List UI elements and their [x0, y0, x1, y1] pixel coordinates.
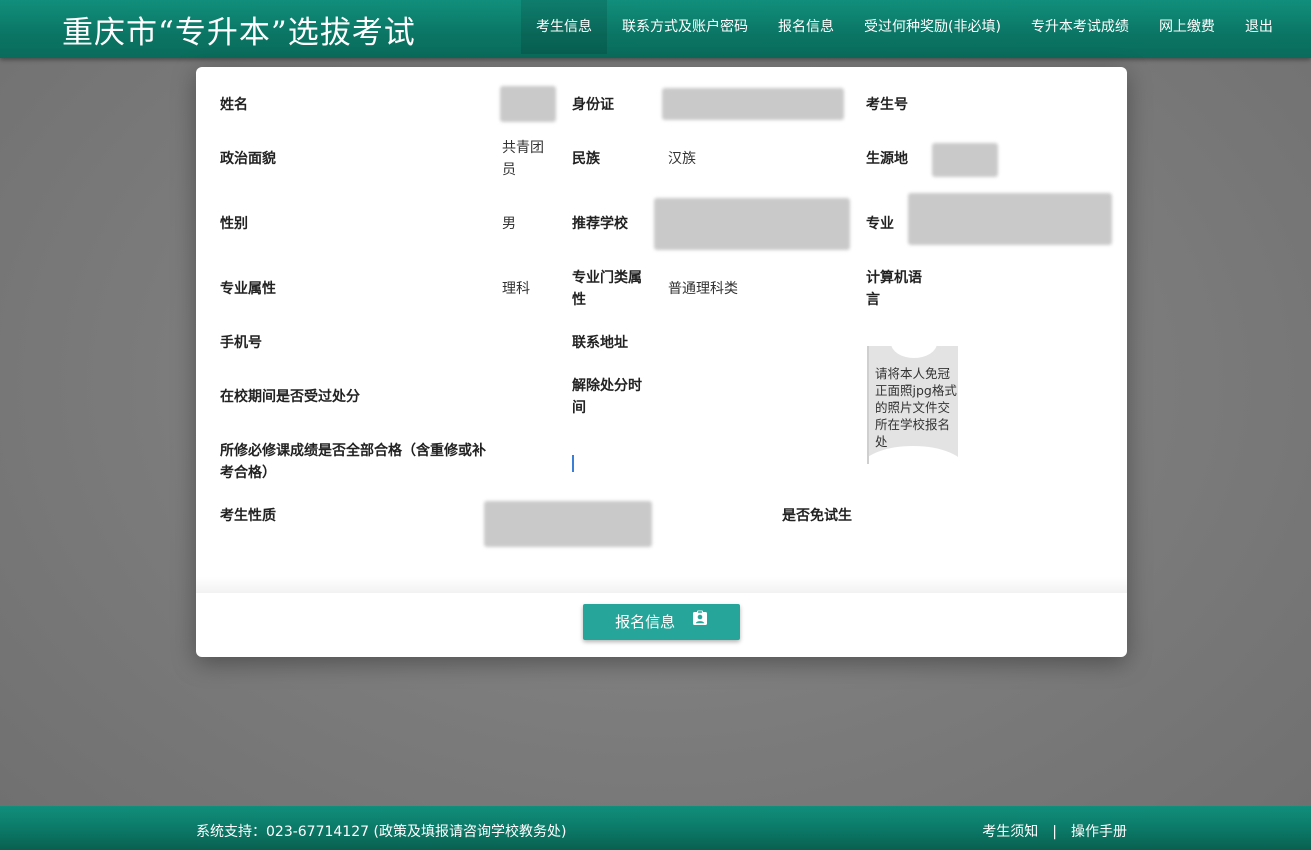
gender-value: 男 [502, 216, 516, 232]
nav-item-logout[interactable]: 退出 [1230, 0, 1288, 54]
text-cursor [572, 455, 574, 472]
registration-info-button-label: 报名信息 [615, 613, 676, 631]
id-card-label: 身份证 [572, 97, 614, 113]
nav-item-registration[interactable]: 报名信息 [763, 0, 849, 54]
school-value-redacted [654, 198, 850, 250]
top-header: 重庆市“专升本”选拔考试 考生信息 联系方式及账户密码 报名信息 受过何种奖励(… [0, 0, 1311, 58]
candidate-notice-link[interactable]: 考生须知 [982, 824, 1038, 840]
main-nav: 考生信息 联系方式及账户密码 报名信息 受过何种奖励(非必填) 专升本考试成绩 … [521, 0, 1288, 58]
site-title: 重庆市“专升本”选拔考试 [62, 15, 416, 51]
major-category-value: 普通理科类 [668, 281, 738, 297]
political-status-label: 政治面貌 [220, 151, 276, 167]
nav-item-awards[interactable]: 受过何种奖励(非必填) [849, 0, 1016, 54]
ethnicity-value: 汉族 [668, 151, 696, 167]
exempt-label: 是否免试生 [782, 508, 852, 524]
political-status-value: 共青团员 [502, 140, 544, 178]
required-courses-passed-label: 所修必修课成绩是否全部合格（含重修或补考合格） [220, 443, 486, 481]
major-attribute-value: 理科 [502, 281, 530, 297]
computer-language-label: 计算机语言 [866, 270, 922, 308]
major-label: 专业 [866, 216, 894, 232]
phone-label: 手机号 [220, 335, 262, 351]
footer-links: 考生须知 | 操作手册 [982, 821, 1127, 841]
origin-value-redacted [932, 143, 998, 177]
major-attribute-label: 专业属性 [220, 281, 276, 297]
candidate-type-label: 考生性质 [220, 508, 276, 524]
ethnicity-label: 民族 [572, 151, 600, 167]
candidate-type-value-redacted [484, 501, 652, 547]
candidate-info-dialog: 姓名 身份证 考生号 政治面貌 共青团员 民族 汉族 生源地 性别 男 推荐学校… [196, 67, 1127, 657]
disciplinary-lift-time-label: 解除处分时间 [572, 378, 642, 416]
school-label: 推荐学校 [572, 216, 628, 232]
disciplinary-label: 在校期间是否受过处分 [220, 389, 360, 405]
major-category-label: 专业门类属性 [572, 270, 642, 308]
id-card-value-redacted [662, 88, 844, 120]
user-manual-link[interactable]: 操作手册 [1071, 824, 1127, 840]
nav-item-contact-account[interactable]: 联系方式及账户密码 [607, 0, 763, 54]
exam-number-label: 考生号 [866, 97, 908, 113]
footer-separator: | [1052, 824, 1057, 840]
gender-label: 性别 [220, 216, 248, 232]
support-info: 系统支持：023-67714127 (政策及填报请咨询学校教务处) [196, 824, 567, 840]
name-value-redacted [500, 86, 556, 122]
nav-item-online-payment[interactable]: 网上缴费 [1144, 0, 1230, 54]
registration-info-button[interactable]: 报名信息 [583, 604, 740, 640]
major-value-redacted [908, 193, 1112, 245]
address-label: 联系地址 [572, 335, 628, 351]
contact-card-icon [692, 603, 708, 639]
nav-item-exam-scores[interactable]: 专升本考试成绩 [1016, 0, 1144, 54]
origin-label: 生源地 [866, 151, 908, 167]
photo-placeholder: 请将本人免冠正面照jpg格式的照片文件交所在学校报名处 [867, 346, 958, 464]
bottom-footer: 系统支持：023-67714127 (政策及填报请咨询学校教务处) 考生须知 | 操… [0, 806, 1311, 850]
photo-tip: 请将本人免冠正面照jpg格式的照片文件交所在学校报名处 [875, 366, 957, 449]
nav-item-candidate-info[interactable]: 考生信息 [521, 0, 607, 54]
dialog-footer-divider [196, 577, 1127, 593]
name-label: 姓名 [220, 97, 248, 113]
